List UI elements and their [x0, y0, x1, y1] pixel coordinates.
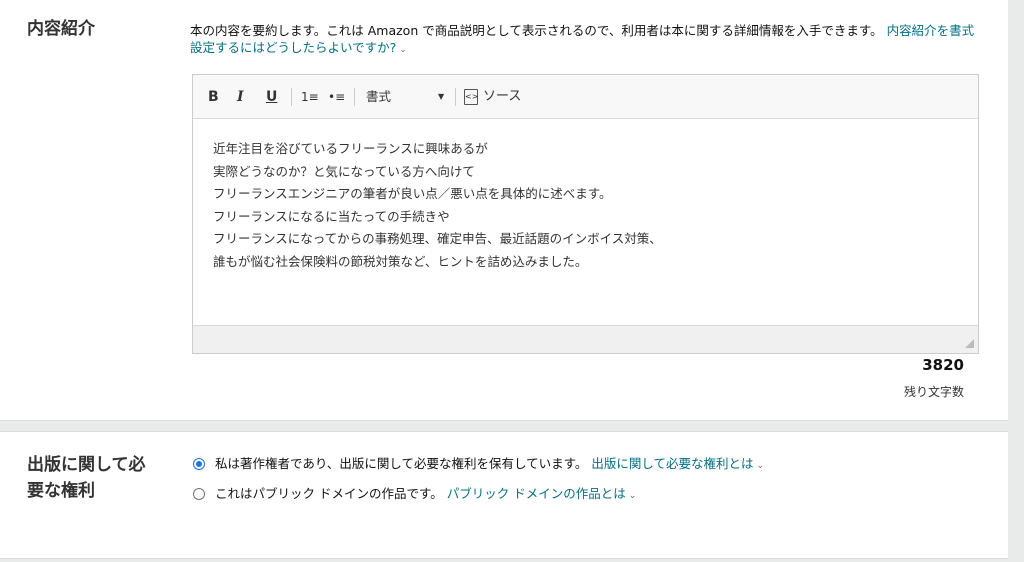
source-icon[interactable]: <> [464, 89, 478, 105]
toolbar-divider [455, 88, 456, 106]
content-line: 近年注目を浴びているフリーランスに興味あるが [213, 141, 488, 156]
option-label: これはパブリック ドメインの作品です。 [215, 486, 443, 501]
resize-handle-icon[interactable] [965, 339, 974, 348]
rights-title-line: 要な権利 [27, 481, 95, 501]
remaining-count: 3820 [922, 356, 964, 374]
remaining-count-label: 残り文字数 [903, 385, 964, 399]
dropdown-arrow-icon: ▼ [438, 92, 445, 101]
bullet-list-icon[interactable]: •≡ [328, 87, 345, 107]
radio-unselected-icon[interactable] [193, 488, 205, 500]
option-label: 私は著作権者であり、出版に関して必要な権利を保有しています。 [215, 456, 588, 471]
chevron-down-icon: ⌄ [628, 491, 637, 501]
underline-button[interactable]: U [266, 87, 277, 107]
rights-help-link[interactable]: 出版に関して必要な権利とは [591, 456, 753, 471]
source-button[interactable]: ソース [483, 87, 521, 107]
rights-card: 出版に関して必 要な権利 私は著作権者であり、出版に関して必要な権利を保有してい… [0, 431, 1008, 559]
rights-title: 出版に関して必 要な権利 [27, 452, 146, 504]
italic-button[interactable]: I [237, 87, 244, 107]
content-line: 実際どうなのか？と気になっている方へ向けて [213, 163, 475, 179]
rights-title-line: 出版に関して必 [27, 455, 146, 475]
public-domain-help-link[interactable]: パブリック ドメインの作品とは [447, 486, 626, 501]
toolbar-divider [354, 88, 355, 106]
content-line: フリーランスエンジニアの筆者が良い点／悪い点を具体的に述べます。 [213, 186, 612, 201]
page-scrollbar[interactable] [1008, 0, 1024, 562]
rich-text-editor[interactable]: B I U 1≡ •≡ 書式 ▼ <> ソース 近年注目を浴びているフリーランス… [192, 74, 979, 354]
chevron-down-icon: ⌄ [399, 45, 407, 55]
chevron-down-icon: ⌄ [756, 461, 765, 471]
radio-selected-icon[interactable] [193, 458, 205, 470]
format-select[interactable]: 書式 [366, 87, 446, 107]
editor-statusbar [193, 325, 978, 353]
content-line: フリーランスになってからの事務処理、確定申告、最近話題のインボイス対策、 [213, 231, 662, 246]
editor-toolbar: B I U 1≡ •≡ 書式 ▼ <> ソース [193, 75, 978, 119]
rights-option-public-domain[interactable]: これはパブリック ドメインの作品です。 パブリック ドメインの作品とは ⌄ [193, 485, 636, 505]
ordered-list-icon[interactable]: 1≡ [301, 87, 319, 107]
description-title: 内容紹介 [27, 19, 95, 39]
description-card: 内容紹介 本の内容を要約します。これは Amazon で商品説明として表示される… [0, 0, 1008, 421]
rights-option-owner[interactable]: 私は著作権者であり、出版に関して必要な権利を保有しています。 出版に関して必要な… [193, 455, 764, 475]
bold-button[interactable]: B [208, 87, 219, 107]
description-help-text: 本の内容を要約します。これは Amazon で商品説明として表示されるので、利用… [190, 22, 980, 59]
editor-content[interactable]: 近年注目を浴びているフリーランスに興味あるが 実際どうなのか？と気になっている方… [213, 138, 953, 273]
content-line: 誰もが悩む社会保険料の節税対策など、ヒントを詰め込みました。 [213, 253, 588, 269]
help-text: 本の内容を要約します。これは Amazon で商品説明として表示されるので、利用… [190, 23, 883, 38]
content-line: フリーランスになるに当たっての手続きや [213, 208, 450, 224]
toolbar-divider [291, 88, 292, 106]
